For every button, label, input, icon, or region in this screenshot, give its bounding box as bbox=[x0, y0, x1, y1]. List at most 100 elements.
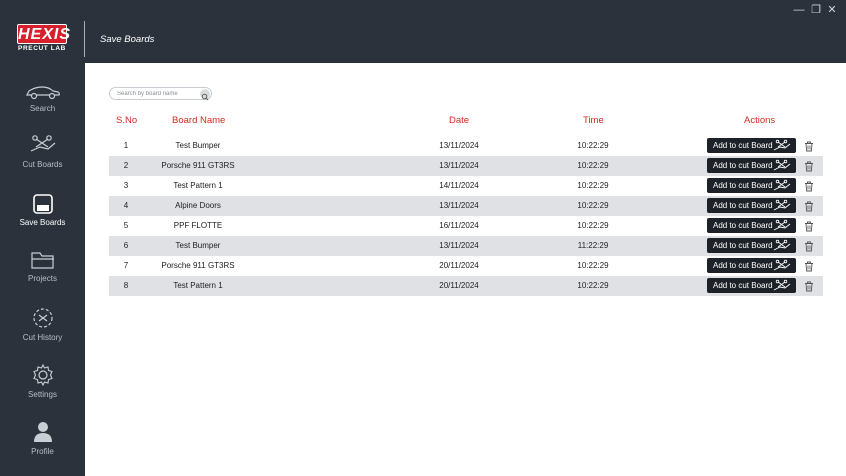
cell-date: 16/11/2024 bbox=[439, 221, 479, 230]
sidebar-item-label: Cut Boards bbox=[22, 160, 63, 169]
logo-wordmark: HEXIS bbox=[17, 24, 72, 44]
add-to-cut-board-button[interactable]: Add to cut Board bbox=[707, 238, 796, 253]
cell-date: 13/11/2024 bbox=[439, 161, 479, 170]
cut-boards-icon bbox=[773, 139, 791, 151]
trash-icon[interactable] bbox=[804, 261, 814, 272]
minimize-button[interactable]: — bbox=[792, 3, 806, 17]
save-boards-icon bbox=[32, 194, 53, 214]
sidebar-item-profile[interactable]: Profile bbox=[0, 420, 85, 470]
cell-board-name: Test Bumper bbox=[175, 141, 221, 150]
cut-boards-icon bbox=[30, 135, 55, 152]
trash-icon[interactable] bbox=[804, 161, 814, 172]
sidebar-item-label: Profile bbox=[31, 447, 54, 456]
sidebar-item-label: Search bbox=[29, 104, 56, 113]
cut-boards-icon bbox=[773, 219, 791, 231]
hexis-logo: HEXIS PRECUT LAB bbox=[17, 24, 72, 54]
header-actions: Actions bbox=[744, 115, 776, 126]
header-time: Time bbox=[583, 115, 604, 126]
cell-sno: 8 bbox=[123, 281, 129, 290]
cell-date: 14/11/2024 bbox=[439, 181, 479, 190]
cell-sno: 5 bbox=[123, 221, 129, 230]
add-button-label: Add to cut Board bbox=[713, 221, 773, 230]
cell-date: 13/11/2024 bbox=[439, 241, 479, 250]
cell-date: 20/11/2024 bbox=[439, 261, 479, 270]
cell-board-name: PPF FLOTTE bbox=[173, 221, 223, 230]
header-divider bbox=[84, 21, 85, 57]
add-to-cut-board-button[interactable]: Add to cut Board bbox=[707, 198, 796, 213]
trash-icon[interactable] bbox=[804, 181, 814, 192]
trash-icon[interactable] bbox=[804, 241, 814, 252]
sidebar-item-projects[interactable]: Projects bbox=[0, 249, 85, 299]
trash-icon[interactable] bbox=[804, 281, 814, 292]
search-icon bbox=[201, 93, 209, 101]
cell-sno: 6 bbox=[123, 241, 129, 250]
cell-time: 10:22:29 bbox=[577, 201, 609, 210]
trash-icon[interactable] bbox=[804, 221, 814, 232]
cut-boards-icon bbox=[773, 159, 791, 171]
sidebar-item-settings[interactable]: Settings bbox=[0, 363, 85, 413]
gear-icon bbox=[32, 363, 53, 387]
cell-date: 13/11/2024 bbox=[439, 201, 479, 210]
cut-boards-icon bbox=[773, 279, 791, 291]
cell-board-name: Test Bumper bbox=[175, 241, 221, 250]
table-row: 4 Alpine Doors 13/11/2024 10:22:29 Add to cu… bbox=[109, 196, 823, 216]
add-button-label: Add to cut Board bbox=[713, 181, 773, 190]
add-button-label: Add to cut Board bbox=[713, 261, 773, 270]
sidebar-item-label: Save Boards bbox=[19, 218, 66, 227]
cell-time: 10:22:29 bbox=[577, 161, 609, 170]
sidebar-item-label: Cut History bbox=[22, 333, 63, 342]
search-button[interactable] bbox=[200, 89, 210, 101]
table-row: 5 PPF FLOTTE 16/11/2024 10:22:29 Add to cut … bbox=[109, 216, 823, 236]
cell-board-name: Test Pattern 1 bbox=[173, 281, 223, 290]
cell-board-name: Test Pattern 1 bbox=[173, 181, 223, 190]
add-to-cut-board-button[interactable]: Add to cut Board bbox=[707, 138, 796, 153]
cell-sno: 2 bbox=[123, 161, 129, 170]
trash-icon[interactable] bbox=[804, 141, 814, 152]
sidebar-item-cut-boards[interactable]: Cut Boards bbox=[0, 133, 85, 183]
add-to-cut-board-button[interactable]: Add to cut Board bbox=[707, 278, 796, 293]
add-button-label: Add to cut Board bbox=[713, 241, 773, 250]
logo-subtitle: PRECUT LAB bbox=[18, 45, 66, 52]
cut-history-icon bbox=[32, 308, 53, 328]
restore-button[interactable]: ❐ bbox=[809, 3, 823, 17]
page-title: Save Boards bbox=[100, 34, 155, 45]
user-icon bbox=[33, 422, 52, 442]
cell-sno: 3 bbox=[123, 181, 129, 190]
header-date: Date bbox=[449, 115, 470, 126]
cell-date: 13/11/2024 bbox=[439, 141, 479, 150]
cell-board-name: Porsche 911 GT3RS bbox=[161, 261, 235, 270]
sidebar-item-label: Projects bbox=[28, 274, 57, 283]
add-to-cut-board-button[interactable]: Add to cut Board bbox=[707, 178, 796, 193]
table-row: 7 Porsche 911 GT3RS 20/11/2024 10:22:29 Add … bbox=[109, 256, 823, 276]
cell-time: 10:22:29 bbox=[577, 141, 609, 150]
add-to-cut-board-button[interactable]: Add to cut Board bbox=[707, 218, 796, 233]
close-button[interactable]: ✕ bbox=[825, 3, 839, 17]
table-row: 2 Porsche 911 GT3RS 13/11/2024 10:22:29 Add … bbox=[109, 156, 823, 176]
add-to-cut-board-button[interactable]: Add to cut Board bbox=[707, 258, 796, 273]
car-icon bbox=[25, 86, 60, 100]
table-row: 3 Test Pattern 1 14/11/2024 10:22:29 Add to … bbox=[109, 176, 823, 196]
add-to-cut-board-button[interactable]: Add to cut Board bbox=[707, 158, 796, 173]
add-button-label: Add to cut Board bbox=[713, 281, 773, 290]
cell-sno: 4 bbox=[123, 201, 129, 210]
cell-time: 11:22:29 bbox=[577, 241, 609, 250]
sidebar-item-cut-history[interactable]: Cut History bbox=[0, 306, 85, 356]
sidebar-item-label: Settings bbox=[28, 390, 57, 399]
search-input[interactable] bbox=[117, 89, 197, 99]
folder-icon bbox=[30, 252, 54, 269]
add-button-label: Add to cut Board bbox=[713, 141, 773, 150]
cell-time: 10:22:29 bbox=[577, 281, 609, 290]
cut-boards-icon bbox=[773, 179, 791, 191]
cell-time: 10:22:29 bbox=[577, 181, 609, 190]
table-row: 6 Test Bumper 13/11/2024 11:22:29 Add to cut… bbox=[109, 236, 823, 256]
cut-boards-icon bbox=[773, 239, 791, 251]
sidebar-item-search[interactable]: Search bbox=[0, 83, 85, 133]
table-row: 8 Test Pattern 1 20/11/2024 10:22:29 Add to … bbox=[109, 276, 823, 296]
cut-boards-icon bbox=[773, 259, 791, 271]
table-row: 1 Test Bumper 13/11/2024 10:22:29 Add to cut… bbox=[109, 136, 823, 156]
cell-board-name: Alpine Doors bbox=[175, 201, 221, 210]
sidebar-item-save-boards[interactable]: Save Boards bbox=[0, 193, 85, 243]
trash-icon[interactable] bbox=[804, 201, 814, 212]
cell-sno: 1 bbox=[123, 141, 129, 150]
cut-boards-icon bbox=[773, 199, 791, 211]
